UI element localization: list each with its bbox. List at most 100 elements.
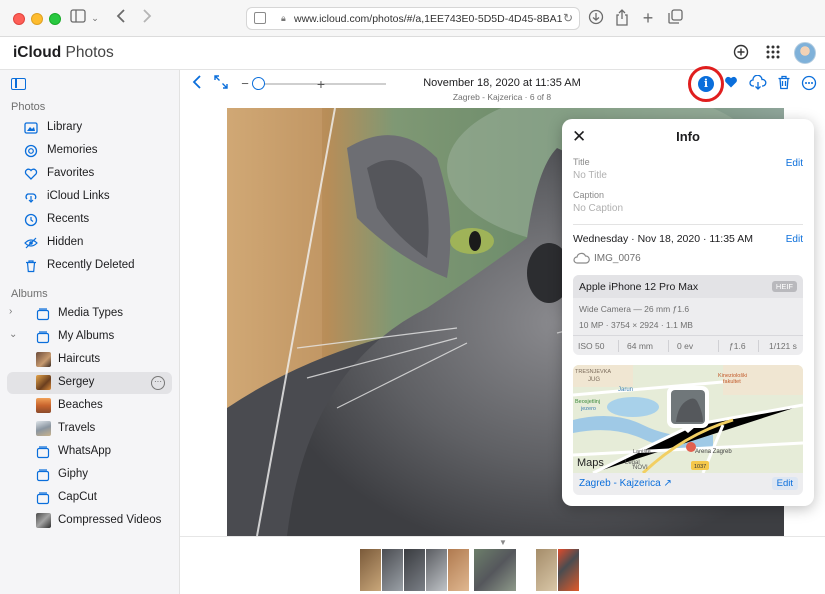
new-tab-icon[interactable]: + xyxy=(640,9,656,27)
sidebar-item-hidden[interactable]: Hidden xyxy=(7,232,172,254)
sidebar-item-favorites[interactable]: Favorites xyxy=(7,163,172,185)
sidebar-item-whatsapp[interactable]: WhatsApp xyxy=(7,441,172,463)
share-icon[interactable] xyxy=(614,9,630,27)
photos-section-header: Photos xyxy=(11,101,46,113)
photo-datetime: Wednesday · Nov 18, 2020 · 11:35 AM xyxy=(573,233,753,245)
cloud-download-icon[interactable] xyxy=(748,74,768,93)
sidebar: Photos Library Memories Favorites iCloud… xyxy=(0,70,180,594)
title-label: Title xyxy=(573,157,590,167)
filmstrip-thumbnail[interactable] xyxy=(536,549,557,591)
map-footer: Zagreb - Kajzerica ↗ Edit xyxy=(573,473,803,495)
filmstrip: ▼ xyxy=(180,536,825,594)
avatar[interactable] xyxy=(794,42,816,64)
sidebar-item-label: Travels xyxy=(58,422,96,434)
expand-icon[interactable] xyxy=(212,75,230,93)
zoom-in-button[interactable]: + xyxy=(312,75,330,93)
forward-arrow-icon[interactable] xyxy=(140,9,154,27)
app-grid-icon[interactable] xyxy=(765,44,783,62)
zoom-window-button[interactable] xyxy=(49,13,61,25)
close-window-button[interactable] xyxy=(13,13,25,25)
filmstrip-thumbnail[interactable] xyxy=(382,549,403,591)
sidebar-item-label: Recents xyxy=(47,213,90,225)
download-icon[interactable] xyxy=(588,9,604,27)
app-header: iCloud Photos xyxy=(0,37,825,70)
back-arrow-icon[interactable] xyxy=(114,9,128,27)
location-edit-button[interactable]: Edit xyxy=(771,477,798,490)
albums-section-header: Albums xyxy=(11,288,48,300)
album-thumbnail xyxy=(36,398,51,413)
spec-iso: ISO 50 xyxy=(578,341,605,351)
minimize-window-button[interactable] xyxy=(31,13,43,25)
add-icon[interactable] xyxy=(733,44,751,62)
reload-icon[interactable]: ↻ xyxy=(563,11,573,25)
caption-field[interactable]: No Caption xyxy=(573,203,623,214)
address-bar[interactable]: 🔒︎ www.icloud.com/photos/#/a,1EE743E0-5D… xyxy=(246,7,580,30)
sidebar-item-travels[interactable]: Travels xyxy=(7,418,172,440)
chevron-down-icon[interactable]: ⌄ xyxy=(9,329,17,340)
sidebar-item-label: Recently Deleted xyxy=(47,259,135,271)
zoom-slider-knob[interactable] xyxy=(252,77,265,90)
photo-location-count: Zagreb - Kajzerica · 6 of 8 xyxy=(452,92,552,102)
exif-specs-row: ISO 50 64 mm 0 ev ƒ1.6 1/121 s xyxy=(573,335,803,355)
sidebar-item-sergey[interactable]: Sergey ··· xyxy=(7,372,172,394)
map-label: Arena Zagreb xyxy=(695,449,732,455)
sidebar-toggle-icon[interactable] xyxy=(70,9,86,27)
chevron-down-icon[interactable]: ⌄ xyxy=(90,9,100,27)
lens-info: Wide Camera — 26 mm ƒ1.6 xyxy=(579,304,690,314)
location-map[interactable]: TRESNJEVKA JUG Kineziološki fakultet Jar… xyxy=(573,365,803,473)
sidebar-item-label: Media Types xyxy=(58,307,123,319)
title-edit-link[interactable]: Edit xyxy=(786,158,803,169)
sidebar-item-label: Favorites xyxy=(47,167,95,179)
sidebar-item-beaches[interactable]: Beaches xyxy=(7,395,172,417)
sidebar-item-capcut[interactable]: CapCut xyxy=(7,487,172,509)
album-thumbnail xyxy=(36,375,51,390)
info-heading: Info xyxy=(676,129,700,144)
map-label: fakultet xyxy=(723,379,741,385)
filmstrip-thumbnail[interactable] xyxy=(448,549,469,591)
folder-icon xyxy=(36,307,50,321)
location-link[interactable]: Zagreb - Kajzerica ↗ xyxy=(579,478,672,489)
filmstrip-thumbnail-selected[interactable] xyxy=(474,549,516,591)
filmstrip-thumbnail[interactable] xyxy=(426,549,447,591)
sidebar-item-label: Giphy xyxy=(58,468,89,480)
more-options-icon[interactable]: ··· xyxy=(151,376,165,390)
sidebar-item-library[interactable]: Library xyxy=(7,117,172,139)
tab-overview-icon[interactable] xyxy=(667,9,683,27)
filmstrip-thumbnail[interactable] xyxy=(360,549,381,591)
sidebar-item-media-types[interactable]: › Media Types xyxy=(7,303,172,325)
map-label: Lanište xyxy=(633,449,651,455)
title-field[interactable]: No Title xyxy=(573,170,607,181)
filmstrip-thumbnail[interactable] xyxy=(404,549,425,591)
more-options-icon[interactable] xyxy=(800,75,818,93)
sidebar-item-label: Beaches xyxy=(58,399,103,411)
sidebar-item-compressed-videos[interactable]: Compressed Videos xyxy=(7,510,172,532)
sidebar-item-haircuts[interactable]: Haircuts xyxy=(7,349,172,371)
trash-icon[interactable] xyxy=(775,75,793,93)
spec-exposure: 0 ev xyxy=(677,341,694,351)
sidebar-item-recents[interactable]: Recents xyxy=(7,209,172,231)
sidebar-toggle-icon[interactable] xyxy=(11,78,26,90)
datetime-edit-link[interactable]: Edit xyxy=(786,234,803,245)
sidebar-item-memories[interactable]: Memories xyxy=(7,140,172,162)
sidebar-item-icloud-links[interactable]: iCloud Links xyxy=(7,186,172,208)
filmstrip-thumbnail[interactable] xyxy=(558,549,579,591)
favorite-heart-icon[interactable] xyxy=(722,75,740,93)
chevron-right-icon[interactable]: › xyxy=(9,306,12,317)
sidebar-item-my-albums[interactable]: ⌄ My Albums xyxy=(7,326,172,348)
album-icon xyxy=(36,445,50,459)
spec-divider xyxy=(718,340,719,352)
sidebar-item-giphy[interactable]: Giphy xyxy=(7,464,172,486)
map-label: Jarun xyxy=(618,387,633,393)
sidebar-item-label: iCloud Links xyxy=(47,190,110,202)
album-thumbnail xyxy=(36,513,51,528)
photo-date: November 18, 2020 at 11:35 AM xyxy=(423,77,581,89)
sidebar-item-label: Compressed Videos xyxy=(58,514,162,526)
app-brand[interactable]: iCloud Photos xyxy=(11,44,114,62)
page-icon xyxy=(254,12,266,24)
spec-aperture: ƒ1.6 xyxy=(729,341,746,351)
sidebar-item-label: Sergey xyxy=(58,376,95,388)
map-legal[interactable]: Legal xyxy=(625,460,640,466)
back-icon[interactable] xyxy=(188,75,206,93)
sidebar-item-recently-deleted[interactable]: Recently Deleted xyxy=(7,255,172,277)
sidebar-item-label: Haircuts xyxy=(58,353,101,365)
